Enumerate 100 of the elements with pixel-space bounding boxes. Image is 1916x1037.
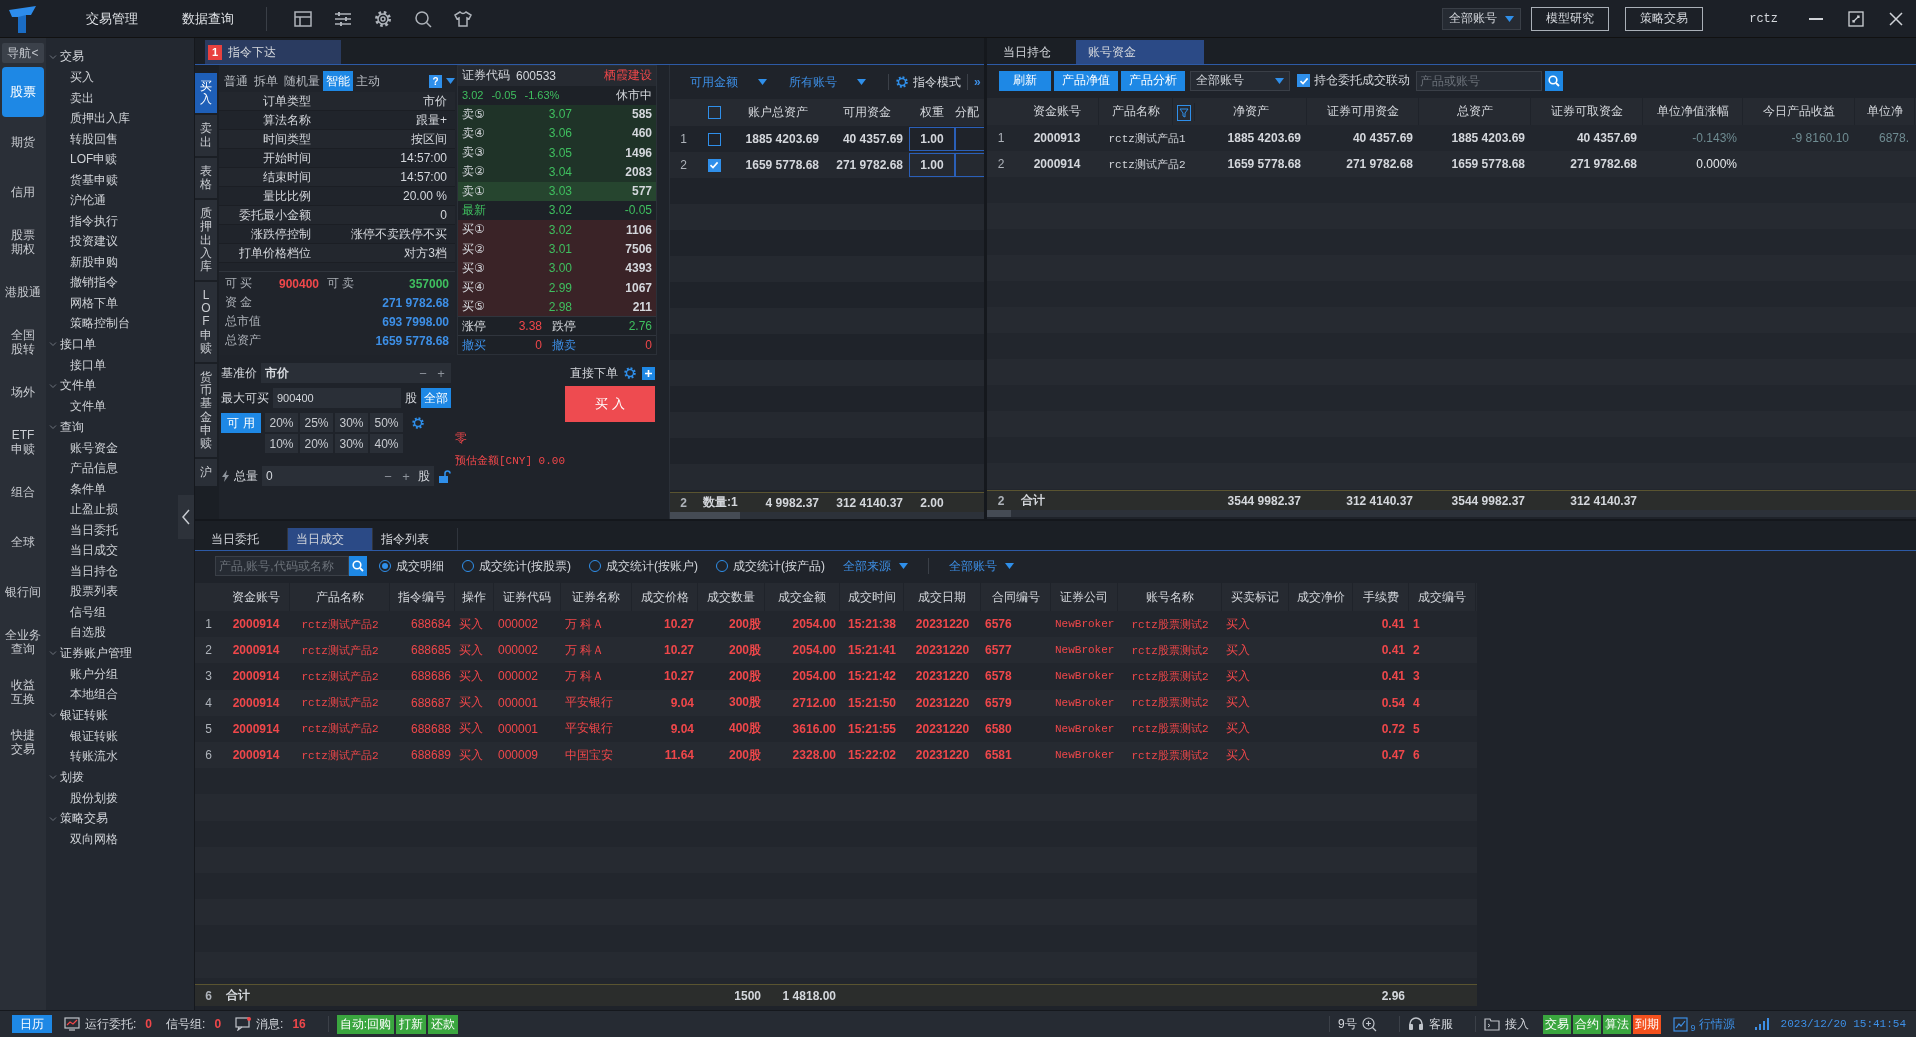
rail-item[interactable]: 期货 (2, 117, 44, 167)
close-icon[interactable] (1888, 10, 1904, 27)
rail-item[interactable]: ETF 申赎 (2, 417, 44, 467)
available-button[interactable]: 可 用 (221, 413, 261, 433)
tree-item[interactable]: 账号资金 (46, 437, 118, 458)
mode-tab[interactable]: 普通 (221, 71, 251, 91)
checkbox[interactable] (707, 106, 721, 119)
tree-item[interactable]: 当日持仓 (46, 560, 118, 581)
percent-button[interactable]: 20% (300, 434, 333, 453)
rail-item[interactable]: 股票 期权 (2, 217, 44, 267)
caret-icon[interactable] (857, 79, 866, 85)
tree-item[interactable]: 信号组 (46, 601, 106, 622)
panel-tab[interactable]: 指令列表 (373, 528, 458, 550)
tree-group[interactable]: 文件单 (46, 375, 194, 396)
calendar-button[interactable]: 日历 (12, 1015, 52, 1033)
weight-field[interactable]: 1.00 (909, 127, 955, 151)
tree-item[interactable]: 投资建议 (46, 231, 118, 252)
tree-item[interactable]: 沪伦通 (46, 190, 106, 211)
caret-icon[interactable] (1275, 77, 1284, 84)
side-tab[interactable]: 卖出 (195, 115, 217, 156)
rail-item[interactable]: 组合 (2, 467, 44, 517)
increment-button[interactable]: + (400, 468, 412, 484)
caret-icon[interactable] (1005, 563, 1014, 569)
increment-button[interactable]: + (435, 365, 447, 381)
tree-item[interactable]: 条件单 (46, 478, 106, 499)
tree-item[interactable]: 撤销指令 (46, 272, 118, 293)
percent-button[interactable]: 20% (265, 413, 298, 432)
tree-group[interactable]: 证券账户管理 (46, 642, 194, 664)
tree-item[interactable]: 双向网格 (46, 829, 118, 850)
tree-item[interactable]: 接口单 (46, 354, 106, 375)
buy-button[interactable]: 买 入 (565, 386, 655, 422)
account-dropdown[interactable]: 全部账号 (1190, 70, 1290, 91)
lock-icon[interactable] (438, 469, 451, 483)
tree-group[interactable]: 交易 (46, 46, 194, 67)
layout-icon[interactable] (293, 8, 313, 29)
monitor-icon[interactable] (64, 1017, 80, 1031)
filter-dropdown[interactable]: 所有账号 (789, 73, 866, 91)
caret-icon[interactable] (899, 563, 908, 569)
filter-icon[interactable] (1176, 104, 1191, 121)
more-button[interactable]: » (974, 75, 981, 89)
panel-tab[interactable]: 1 指令下达 (205, 40, 341, 64)
caret-icon[interactable] (758, 79, 767, 85)
tree-item[interactable]: 货基申赎 (46, 169, 118, 190)
rail-item[interactable]: 场外 (2, 367, 44, 417)
tree-group[interactable]: 查询 (46, 416, 194, 438)
tree-item[interactable]: 本地组合 (46, 684, 118, 705)
rail-item[interactable]: 港股通 (2, 267, 44, 317)
tree-group[interactable]: 接口单 (46, 333, 194, 355)
side-tab[interactable]: LOF申赎 (195, 282, 217, 362)
tree-item[interactable]: 股份划拨 (46, 787, 118, 808)
tree-item[interactable]: 当日成交 (46, 540, 118, 561)
tree-item[interactable]: 文件单 (46, 396, 106, 417)
settings-icon[interactable] (373, 8, 393, 29)
nav-toggle[interactable]: 导航< (2, 43, 44, 63)
account-dropdown[interactable]: 全部账号 (1442, 7, 1522, 30)
tree-group[interactable]: 划拨 (46, 766, 194, 788)
tree-item[interactable]: 转股回售 (46, 128, 118, 149)
service-button[interactable]: 客服 (1407, 1015, 1453, 1033)
tree-item[interactable]: LOF申赎 (46, 149, 118, 170)
tree-item[interactable]: 当日委托 (46, 519, 118, 540)
rail-item[interactable]: 全球 (2, 517, 44, 567)
mode-tab[interactable]: 拆单 (251, 71, 281, 91)
checkbox[interactable] (707, 132, 721, 146)
filter-dropdown[interactable]: 全部账号 (949, 557, 1014, 575)
mode-button[interactable]: 指令模式 (895, 73, 961, 91)
tree-item[interactable]: 质押出入库 (46, 108, 130, 129)
header-button[interactable]: 策略交易 (1625, 6, 1704, 31)
tree-group[interactable]: 银证转账 (46, 704, 194, 726)
side-tab[interactable]: 表格 (195, 157, 217, 199)
rail-item[interactable]: 信用 (2, 167, 44, 217)
connect-button[interactable]: 接入 (1483, 1015, 1529, 1033)
message-icon[interactable] (235, 1017, 252, 1031)
base-price-field[interactable]: 市价 − + (261, 363, 451, 383)
settings-icon[interactable] (623, 366, 637, 380)
collapse-button[interactable] (178, 495, 194, 539)
checkbox[interactable] (707, 158, 721, 172)
tree-item[interactable]: 止盈止损 (46, 499, 118, 520)
weight-field[interactable]: 1.00 (909, 153, 955, 177)
mode-tab[interactable]: 随机量 (281, 71, 323, 91)
restore-icon[interactable] (1848, 10, 1864, 27)
toolbar-button[interactable]: 产品净值 (1054, 70, 1118, 91)
side-tab[interactable]: 货币基金申赎 (195, 364, 217, 458)
tree-item[interactable]: 策略控制台 (46, 313, 130, 334)
zoom-in-icon[interactable] (1361, 1016, 1377, 1032)
checkbox[interactable] (1297, 74, 1310, 87)
side-tab[interactable]: 沪 (195, 459, 217, 487)
percent-button[interactable]: 30% (335, 413, 368, 432)
side-tab[interactable]: 质押出入库 (195, 200, 217, 281)
tree-item[interactable]: 自选股 (46, 622, 106, 643)
decrement-button[interactable]: − (417, 365, 429, 381)
side-tab[interactable]: 买入 (195, 73, 217, 114)
search-icon[interactable] (413, 8, 433, 29)
tree-item[interactable]: 卖出 (46, 87, 94, 108)
filter-dropdown[interactable]: 可用金额 (690, 73, 767, 91)
tree-item[interactable]: 指令执行 (46, 210, 118, 231)
percent-button[interactable]: 40% (370, 434, 403, 453)
tree-item[interactable]: 买入 (46, 67, 94, 88)
settings-icon[interactable] (411, 416, 425, 430)
tree-item[interactable]: 产品信息 (46, 458, 118, 479)
search-button[interactable] (1545, 70, 1563, 91)
